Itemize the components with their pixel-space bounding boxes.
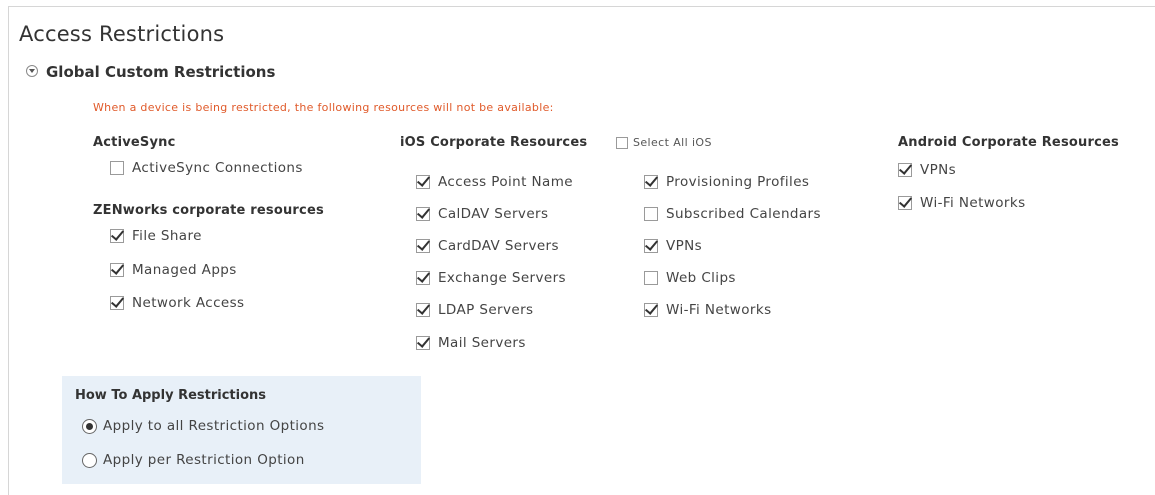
checkbox-icon[interactable]: [616, 136, 628, 149]
checkbox-label: Mail Servers: [438, 335, 526, 351]
checkbox-label: Subscribed Calendars: [666, 206, 821, 222]
checkbox-android-vpns[interactable]: VPNs: [898, 162, 956, 178]
checkbox-label: Provisioning Profiles: [666, 174, 810, 190]
checkbox-activesync-connections[interactable]: ActiveSync Connections: [110, 160, 303, 176]
checkbox-select-all-ios[interactable]: Select All iOS: [616, 136, 712, 149]
checkbox-mail-servers[interactable]: Mail Servers: [416, 335, 526, 351]
checkbox-ios-wifi-networks[interactable]: Wi-Fi Networks: [644, 302, 772, 318]
checkbox-label: Wi-Fi Networks: [920, 195, 1026, 211]
ios-group-title: iOS Corporate Resources: [400, 135, 588, 150]
checkbox-ldap-servers[interactable]: LDAP Servers: [416, 302, 533, 318]
collapse-toggle-icon[interactable]: [26, 65, 38, 77]
page-title: Access Restrictions: [19, 22, 225, 46]
checkbox-icon[interactable]: [416, 336, 430, 350]
checkbox-label: VPNs: [666, 238, 703, 254]
checkbox-label: File Share: [132, 228, 202, 244]
checkbox-icon[interactable]: [416, 207, 430, 221]
checkbox-icon[interactable]: [644, 271, 658, 285]
activesync-group-title: ActiveSync: [93, 135, 176, 150]
checkbox-network-access[interactable]: Network Access: [110, 295, 244, 311]
checkbox-label: Wi-Fi Networks: [666, 302, 772, 318]
zenworks-group-title: ZENworks corporate resources: [93, 203, 324, 218]
checkbox-icon[interactable]: [898, 163, 912, 177]
checkbox-icon[interactable]: [416, 271, 430, 285]
android-group-title: Android Corporate Resources: [898, 135, 1119, 150]
checkbox-label: Managed Apps: [132, 262, 237, 278]
checkbox-label: ActiveSync Connections: [132, 160, 303, 176]
checkbox-exchange-servers[interactable]: Exchange Servers: [416, 270, 566, 286]
checkbox-icon[interactable]: [644, 207, 658, 221]
checkbox-carddav-servers[interactable]: CardDAV Servers: [416, 238, 559, 254]
restriction-warning-text: When a device is being restricted, the f…: [93, 101, 554, 114]
checkbox-ios-vpns[interactable]: VPNs: [644, 238, 702, 254]
checkbox-label: Network Access: [132, 295, 245, 311]
checkbox-label: LDAP Servers: [438, 302, 534, 318]
checkbox-label: CardDAV Servers: [438, 238, 559, 254]
checkbox-label: CalDAV Servers: [438, 206, 549, 222]
checkbox-icon[interactable]: [644, 239, 658, 253]
radio-label: Apply to all Restriction Options: [103, 418, 325, 434]
checkbox-icon[interactable]: [644, 175, 658, 189]
checkbox-access-point-name[interactable]: Access Point Name: [416, 174, 573, 190]
radio-label: Apply per Restriction Option: [103, 452, 305, 468]
checkbox-label: Web Clips: [666, 270, 736, 286]
checkbox-icon[interactable]: [110, 296, 124, 310]
checkbox-file-share[interactable]: File Share: [110, 228, 202, 244]
radio-icon[interactable]: [82, 452, 97, 468]
checkbox-icon[interactable]: [416, 239, 430, 253]
checkbox-icon[interactable]: [644, 303, 658, 317]
section-title[interactable]: Global Custom Restrictions: [46, 63, 275, 81]
checkbox-icon[interactable]: [898, 196, 912, 210]
checkbox-web-clips[interactable]: Web Clips: [644, 270, 736, 286]
checkbox-label: Access Point Name: [438, 174, 573, 190]
checkbox-label: VPNs: [920, 162, 957, 178]
apply-restrictions-title: How To Apply Restrictions: [75, 388, 267, 403]
checkbox-subscribed-calendars[interactable]: Subscribed Calendars: [644, 206, 821, 222]
checkbox-icon[interactable]: [110, 263, 124, 277]
checkbox-managed-apps[interactable]: Managed Apps: [110, 262, 237, 278]
radio-apply-per-option[interactable]: Apply per Restriction Option: [82, 452, 305, 468]
checkbox-label: Select All iOS: [633, 136, 712, 149]
checkbox-provisioning-profiles[interactable]: Provisioning Profiles: [644, 174, 809, 190]
checkbox-icon[interactable]: [110, 161, 124, 175]
radio-apply-all[interactable]: Apply to all Restriction Options: [82, 418, 324, 434]
checkbox-icon[interactable]: [110, 229, 124, 243]
checkbox-android-wifi-networks[interactable]: Wi-Fi Networks: [898, 195, 1026, 211]
checkbox-label: Exchange Servers: [438, 270, 566, 286]
checkbox-caldav-servers[interactable]: CalDAV Servers: [416, 206, 548, 222]
checkbox-icon[interactable]: [416, 175, 430, 189]
radio-icon[interactable]: [82, 418, 97, 434]
checkbox-icon[interactable]: [416, 303, 430, 317]
